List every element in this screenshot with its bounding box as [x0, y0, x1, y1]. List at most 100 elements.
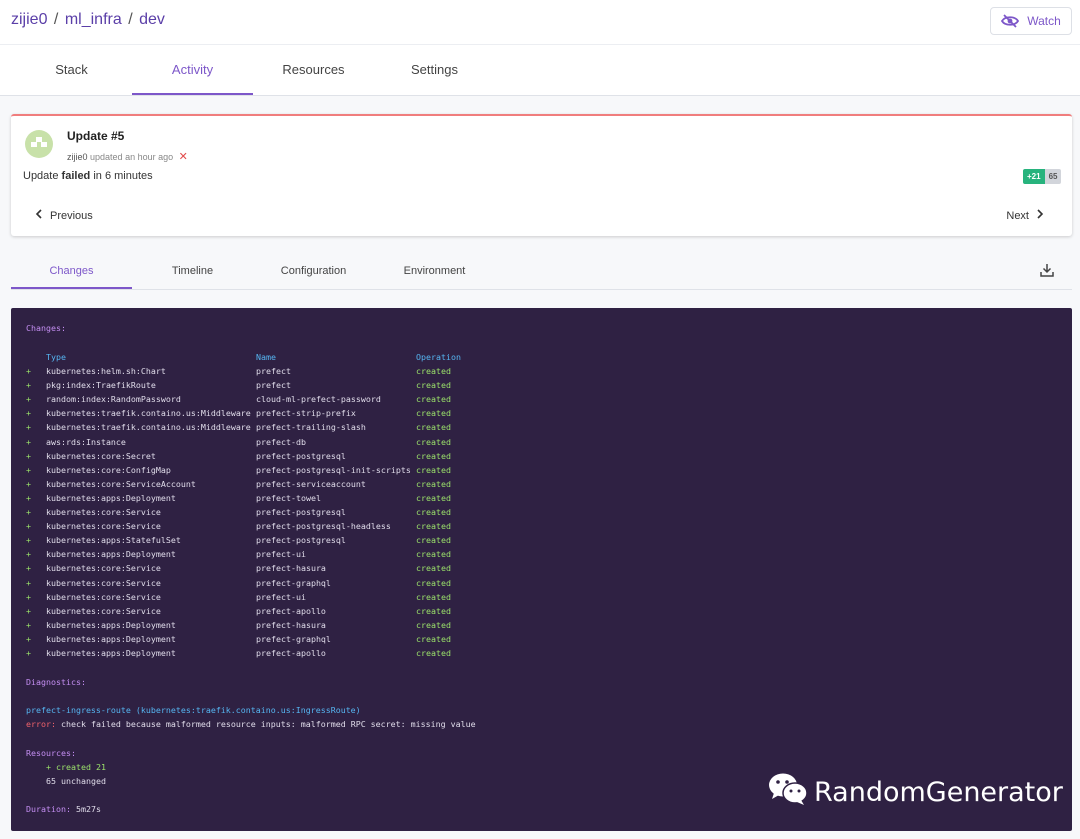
resources-unchanged: 65 unchanged — [46, 776, 106, 786]
update-card: Update #5 zijie0 updated an hour ago ✕ U… — [11, 114, 1072, 236]
row-sign: + — [26, 549, 31, 560]
row-name: prefect-strip-prefix — [256, 408, 356, 419]
created-badge: +21 — [1023, 169, 1045, 184]
row-name: prefect-trailing-slash — [256, 422, 366, 433]
breadcrumb-org[interactable]: zijie0 — [11, 11, 47, 28]
update-user[interactable]: zijie0 — [67, 152, 88, 162]
row-name: cloud-ml-prefect-password — [256, 394, 381, 405]
tab-settings[interactable]: Settings — [374, 45, 495, 95]
column-header-type: Type — [46, 352, 66, 362]
row-sign: + — [26, 450, 31, 461]
row-operation: created — [416, 408, 451, 419]
row-name: prefect-apollo — [256, 605, 326, 616]
row-operation: created — [416, 507, 451, 517]
tab-changes[interactable]: Changes — [11, 252, 132, 289]
row-sign: + — [26, 436, 31, 447]
row-operation: created — [416, 380, 451, 391]
error-label: error: — [26, 719, 56, 729]
row-operation: created — [416, 394, 451, 405]
row-type: kubernetes:apps:Deployment — [46, 549, 176, 560]
status-suffix: in 6 minutes — [93, 170, 153, 182]
row-operation: created — [416, 648, 451, 658]
row-operation: created — [416, 450, 451, 461]
previous-button[interactable]: Previous — [35, 209, 93, 222]
watch-button[interactable]: Watch — [990, 7, 1072, 35]
row-type: random:index:RandomPassword — [46, 394, 181, 405]
wechat-icon — [768, 772, 808, 813]
watermark-text: RandomGenerator — [814, 777, 1063, 808]
row-sign: + — [26, 366, 31, 376]
row-type: kubernetes:traefik.containo.us:Middlewar… — [46, 422, 251, 433]
row-type: kubernetes:traefik.containo.us:Middlewar… — [46, 408, 251, 419]
row-sign: + — [26, 648, 31, 658]
tab-stack[interactable]: Stack — [11, 45, 132, 95]
update-title[interactable]: Update #5 — [67, 129, 124, 143]
tab-configuration[interactable]: Configuration — [253, 252, 374, 289]
download-icon[interactable] — [1039, 262, 1055, 283]
tab-resources[interactable]: Resources — [253, 45, 374, 95]
tab-timeline[interactable]: Timeline — [132, 252, 253, 289]
top-header: zijie0 / ml_infra / dev Watch — [0, 0, 1080, 45]
row-name: prefect-postgresql — [256, 450, 346, 461]
row-name: prefect-postgresql-init-scripts — [256, 464, 411, 475]
watch-label: Watch — [1027, 14, 1061, 28]
diagnostic-error: error: check failed because malformed re… — [26, 719, 476, 729]
breadcrumb: zijie0 / ml_infra / dev — [11, 11, 165, 29]
row-type: kubernetes:core:Service — [46, 507, 161, 517]
resources-heading: Resources: — [26, 748, 76, 758]
update-time: updated an hour ago — [90, 152, 174, 162]
row-name: prefect-serviceaccount — [256, 478, 366, 489]
row-type: kubernetes:core:Service — [46, 591, 161, 602]
row-sign: + — [26, 394, 31, 405]
breadcrumb-project[interactable]: ml_infra — [65, 11, 122, 28]
chevron-left-icon — [35, 209, 42, 222]
row-type: kubernetes:apps:Deployment — [46, 619, 176, 630]
row-operation: created — [416, 521, 451, 532]
row-name: prefect-towel — [256, 492, 321, 503]
breadcrumb-separator: / — [128, 11, 133, 28]
row-name: prefect-ui — [256, 549, 306, 560]
duration-label: Duration: — [26, 804, 71, 814]
update-log: Changes: Type Name Operation + kubernetes… — [11, 308, 1072, 831]
row-operation: created — [416, 478, 451, 489]
row-name: prefect — [256, 366, 291, 376]
row-operation: created — [416, 633, 451, 644]
row-name: prefect-postgresql-headless — [256, 521, 391, 532]
row-operation: created — [416, 619, 451, 630]
diagnostic-resource: prefect-ingress-route (kubernetes:traefi… — [26, 705, 361, 715]
row-name: prefect-graphql — [256, 633, 331, 644]
row-type: kubernetes:core:ConfigMap — [46, 464, 171, 475]
row-name: prefect-graphql — [256, 577, 331, 588]
row-operation: created — [416, 549, 451, 560]
row-sign: + — [26, 422, 31, 433]
diagnostics-heading: Diagnostics: — [26, 677, 86, 687]
row-sign: + — [26, 380, 31, 391]
tab-activity[interactable]: Activity — [132, 45, 253, 95]
breadcrumb-separator: / — [53, 11, 59, 28]
row-type: kubernetes:apps:Deployment — [46, 633, 176, 644]
status-prefix: Update — [23, 170, 59, 182]
row-operation: created — [416, 464, 451, 475]
unchanged-badge: 65 — [1044, 169, 1062, 184]
tab-environment[interactable]: Environment — [374, 252, 495, 289]
row-sign: + — [26, 605, 31, 616]
breadcrumb-stack[interactable]: dev — [139, 11, 165, 28]
changes-heading: Changes: — [26, 323, 66, 333]
change-badges: +21 65 — [1023, 169, 1062, 184]
row-operation: created — [416, 605, 451, 616]
row-type: kubernetes:apps:Deployment — [46, 492, 176, 503]
row-type: kubernetes:core:ServiceAccount — [46, 478, 196, 489]
row-operation: created — [416, 563, 451, 574]
row-sign: + — [26, 521, 31, 532]
row-name: prefect-postgresql — [256, 535, 346, 546]
row-operation: created — [416, 492, 451, 503]
row-sign: + — [26, 464, 31, 475]
row-name: prefect-hasura — [256, 619, 326, 630]
row-type: kubernetes:helm.sh:Chart — [46, 366, 166, 376]
row-operation: created — [416, 577, 451, 588]
next-button[interactable]: Next — [1006, 209, 1044, 222]
row-type: aws:rds:Instance — [46, 436, 126, 447]
error-message: check failed because malformed resource … — [60, 719, 476, 729]
update-status: Update failed in 6 minutes — [23, 170, 153, 182]
eye-off-icon — [1001, 14, 1020, 28]
